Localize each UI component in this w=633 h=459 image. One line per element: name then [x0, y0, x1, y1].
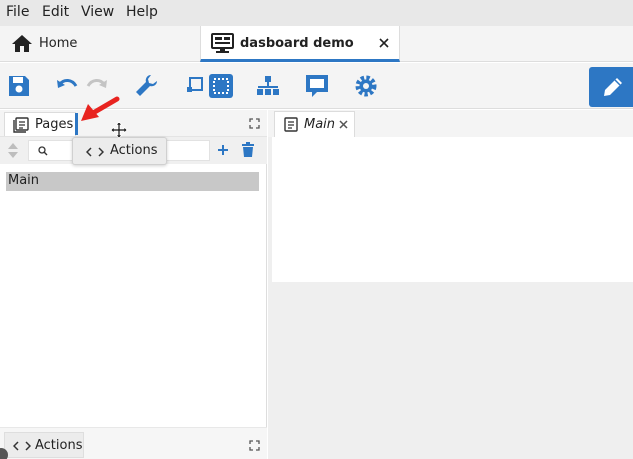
menu-help[interactable]: Help [126, 4, 158, 20]
document-icon [284, 117, 298, 132]
menu-view[interactable]: View [81, 4, 114, 20]
tab-dashboard-label: dasboard demo [240, 36, 354, 51]
actions-tab-label: Actions [35, 438, 83, 453]
close-icon[interactable] [378, 37, 390, 49]
plus-icon[interactable] [216, 143, 230, 157]
pencil-icon [604, 78, 622, 96]
pages-tab-label: Pages [35, 117, 74, 132]
frame-icon[interactable] [208, 73, 234, 99]
editor-tab-bar: Main [268, 110, 633, 137]
pages-panel-header: Pages [0, 110, 267, 137]
expand-icon[interactable] [249, 440, 260, 451]
select-icon[interactable] [182, 73, 208, 99]
code-icon [13, 441, 31, 451]
page-row-label: Main [8, 173, 40, 188]
edit-mode-button[interactable] [589, 67, 633, 107]
tab-home[interactable]: Home [0, 26, 199, 62]
menu-edit[interactable]: Edit [42, 4, 69, 20]
document-tab-bar: Home dasboard demo [0, 26, 633, 62]
gear-icon[interactable] [353, 73, 379, 99]
undo-icon[interactable] [54, 73, 80, 99]
save-icon[interactable] [6, 73, 32, 99]
pages-tab[interactable]: Pages [4, 112, 76, 136]
home-icon [12, 35, 32, 52]
list-item[interactable]: Main [6, 172, 259, 191]
tab-main-label: Main [304, 117, 336, 132]
dragged-actions-tab[interactable]: Actions [72, 137, 167, 165]
dragged-tab-label: Actions [110, 143, 158, 158]
actions-panel-header: Actions [0, 427, 267, 459]
sort-icon[interactable] [7, 142, 19, 159]
menu-bar: File Edit View Help [0, 0, 633, 26]
pages-icon [13, 117, 29, 133]
tab-dashboard-demo[interactable]: dasboard demo [200, 26, 400, 62]
tab-main[interactable]: Main [274, 111, 355, 137]
close-icon[interactable] [339, 120, 348, 129]
page-list: Main [6, 172, 259, 191]
trash-icon[interactable] [241, 142, 255, 158]
editor-area: Main [268, 110, 633, 459]
expand-icon[interactable] [249, 118, 260, 129]
tab-home-label: Home [39, 36, 78, 51]
page-canvas[interactable] [272, 137, 633, 282]
monitor-icon [211, 33, 234, 53]
message-icon[interactable] [304, 73, 330, 99]
code-icon [86, 147, 104, 157]
drop-indicator [75, 113, 78, 135]
hierarchy-icon[interactable] [255, 73, 281, 99]
wrench-icon[interactable] [134, 73, 160, 99]
annotation-arrow-icon [81, 96, 120, 121]
menu-file[interactable]: File [6, 4, 29, 20]
search-icon [38, 146, 48, 156]
actions-tab[interactable]: Actions [4, 432, 84, 458]
